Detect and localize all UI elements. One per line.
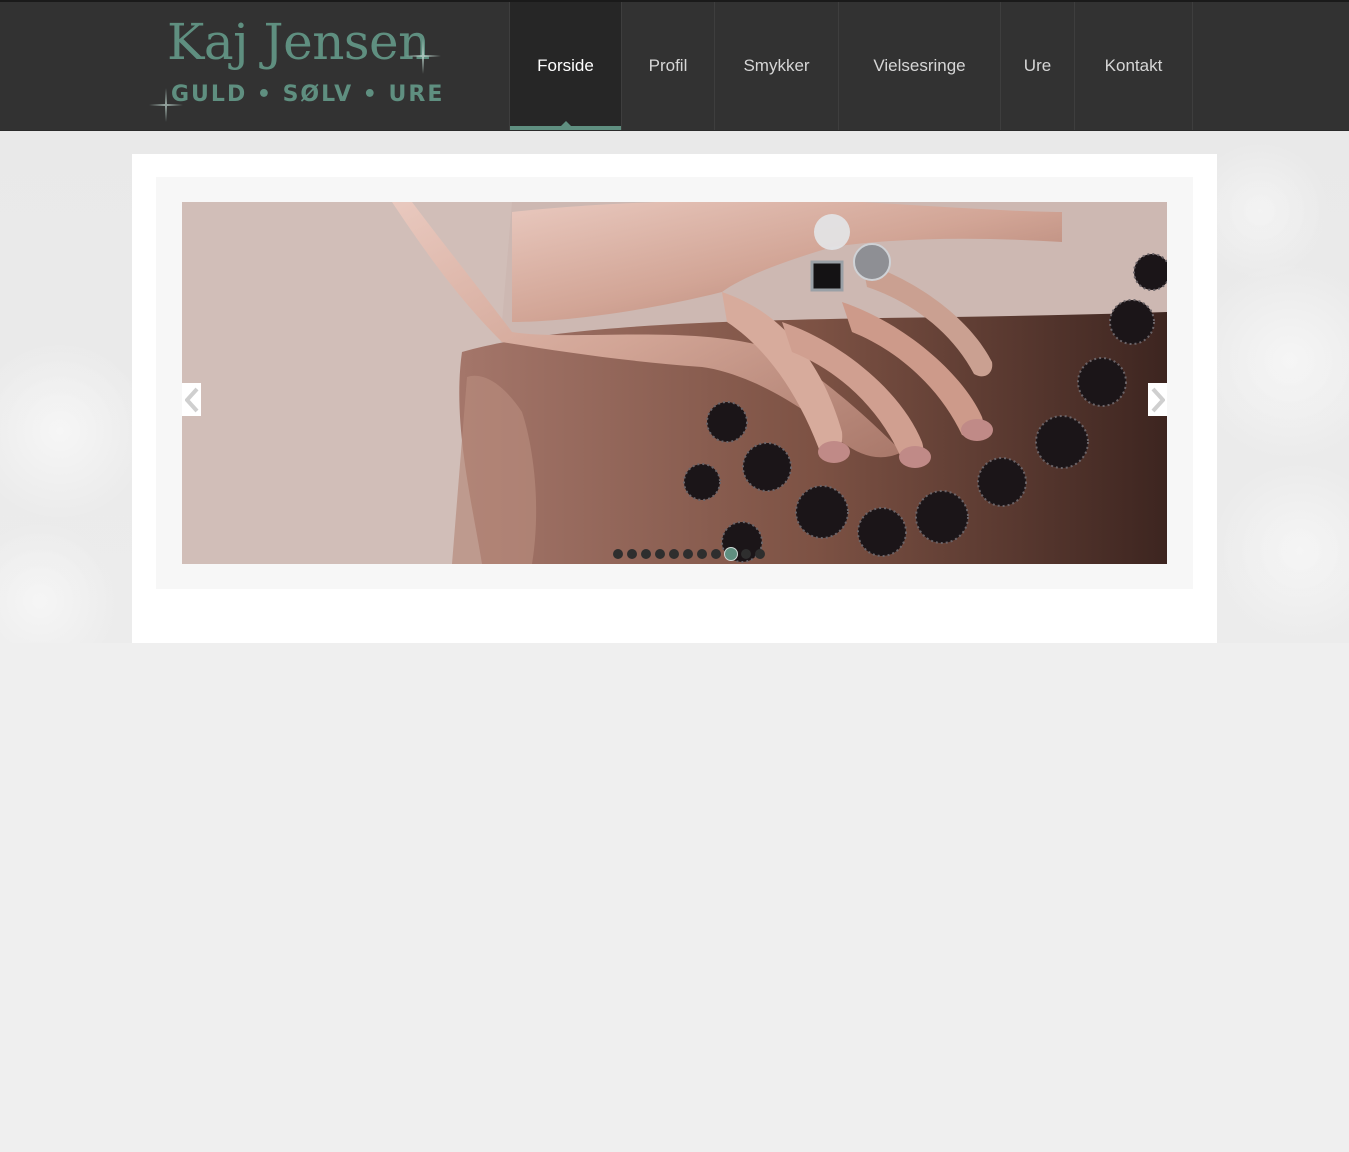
slider-dot[interactable] [711, 549, 721, 559]
slider-dot[interactable] [669, 549, 679, 559]
main-nav: Forside Profil Smykker Vielsesringe Ure Konta… [509, 2, 1193, 130]
slider-dot[interactable] [683, 549, 693, 559]
slider-dot[interactable] [613, 549, 623, 559]
site-logo[interactable]: Kaj Jensen GULD • SØLV • URE [149, 12, 445, 122]
slider-pagination [613, 548, 769, 560]
logo-tagline: GULD • SØLV • URE [171, 82, 445, 107]
nav-item-smykker[interactable]: Smykker [715, 2, 839, 130]
slider-dot[interactable] [741, 549, 751, 559]
logo-name: Kaj Jensen [167, 13, 430, 71]
nav-item-forside[interactable]: Forside [510, 2, 622, 130]
chevron-left-icon [184, 387, 198, 412]
sparkle-icon [405, 38, 441, 74]
slide-image [182, 202, 1167, 564]
slider-dot[interactable] [755, 549, 765, 559]
slider-dot[interactable] [641, 549, 651, 559]
nav-item-profil[interactable]: Profil [622, 2, 715, 130]
sparkle-icon [149, 88, 183, 122]
slider-dot[interactable] [627, 549, 637, 559]
slider-dot[interactable] [725, 548, 737, 560]
nav-item-ure[interactable]: Ure [1001, 2, 1075, 130]
slider-dot[interactable] [655, 549, 665, 559]
slider-prev-button[interactable] [182, 383, 201, 416]
slider-dot[interactable] [697, 549, 707, 559]
chevron-right-icon [1151, 387, 1165, 412]
slider-next-button[interactable] [1148, 383, 1167, 416]
nav-item-kontakt[interactable]: Kontakt [1075, 2, 1193, 130]
nav-item-vielsesringe[interactable]: Vielsesringe [839, 2, 1001, 130]
